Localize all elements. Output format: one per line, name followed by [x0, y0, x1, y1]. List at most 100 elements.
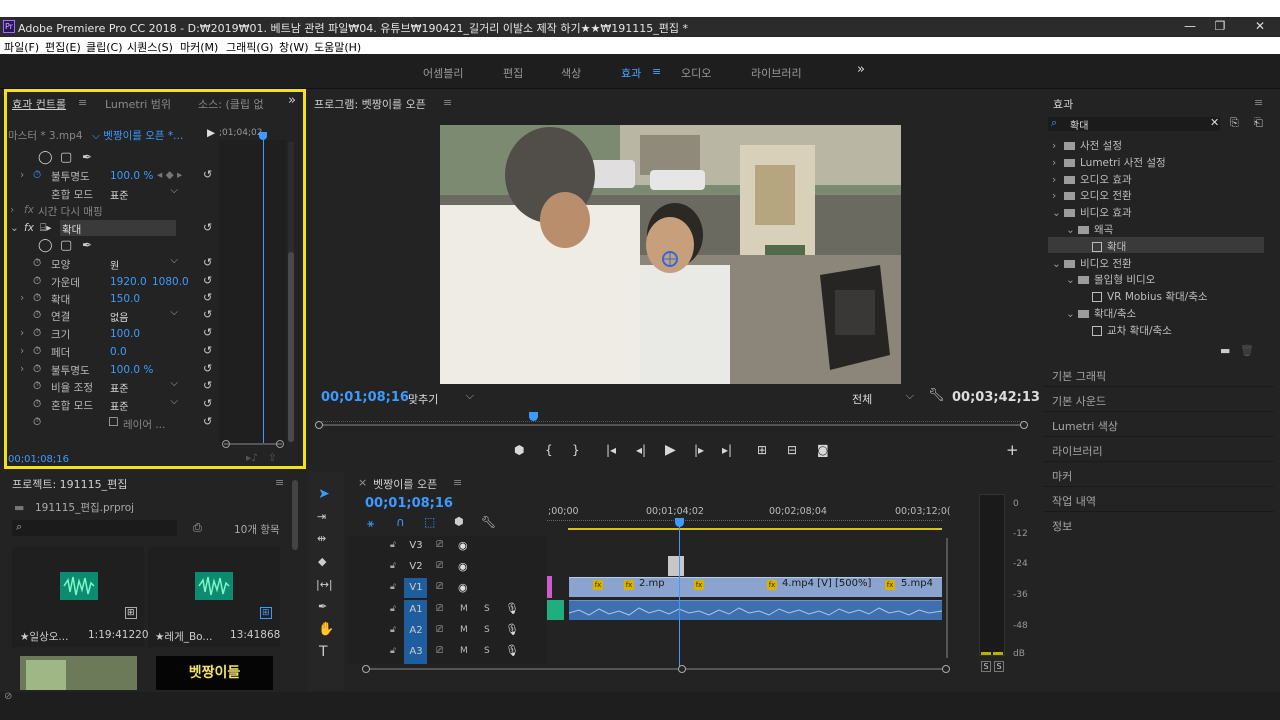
filter-icon[interactable]: ▸♪: [246, 452, 258, 468]
magnify-blend-select[interactable]: 표준: [110, 396, 180, 413]
new-folder-icon[interactable]: ▬: [1220, 344, 1230, 357]
mini-playhead[interactable]: [263, 140, 264, 444]
effects-tree-item[interactable]: ⌄ 왜곡: [1066, 222, 1113, 237]
expand-arrow-icon[interactable]: ›: [10, 204, 14, 220]
ripple-edit-tool-icon[interactable]: ⇹: [317, 532, 326, 545]
timeline-playhead[interactable]: [679, 520, 680, 670]
rectangle-mask-icon[interactable]: ▢: [60, 150, 72, 166]
tab-source[interactable]: 소스: (클립 없: [198, 96, 264, 112]
solo-button[interactable]: S: [484, 625, 490, 635]
sync-lock-icon[interactable]: ⎚: [436, 540, 443, 550]
reset-icon[interactable]: ↺: [203, 397, 212, 410]
size-value[interactable]: 100.0: [110, 328, 140, 344]
minimize-icon[interactable]: —: [1180, 19, 1200, 35]
panel-menu-icon[interactable]: ≡: [1254, 96, 1263, 109]
panel-menu-icon[interactable]: ≡: [443, 96, 452, 109]
button-editor-icon[interactable]: +: [1006, 441, 1019, 459]
project-item-name[interactable]: ★레게_Bo...: [155, 629, 212, 644]
panel-menu-icon[interactable]: ≡: [453, 476, 462, 489]
panel-overflow-icon[interactable]: »: [288, 93, 296, 108]
expand-arrow-icon[interactable]: ›: [20, 327, 24, 343]
mute-button[interactable]: M: [460, 625, 468, 635]
fx-icon[interactable]: fx: [24, 222, 34, 238]
sync-lock-icon[interactable]: ⎚: [436, 604, 443, 614]
pen-mask-icon[interactable]: ✒: [82, 238, 92, 254]
slip-tool-icon[interactable]: |↔|: [316, 578, 333, 591]
workspace-menu-icon[interactable]: ≡: [652, 65, 661, 78]
eye-icon[interactable]: ◉: [458, 539, 468, 552]
extract-icon[interactable]: ⊟: [787, 443, 797, 457]
monitor-zoom-bar[interactable]: [318, 424, 1028, 426]
restore-icon[interactable]: ❐: [1210, 19, 1230, 35]
type-tool-icon[interactable]: T: [319, 644, 328, 660]
magnification-value[interactable]: 150.0: [110, 293, 140, 309]
sync-lock-icon[interactable]: ⎚: [436, 561, 443, 571]
nest-toggle-icon[interactable]: ⚹: [367, 516, 374, 531]
tree-arrow-icon[interactable]: ›: [1052, 140, 1064, 152]
quality-select[interactable]: 전체: [852, 389, 916, 406]
workspace-effects[interactable]: 효과: [621, 65, 641, 81]
stopwatch-icon[interactable]: ⏱: [33, 398, 41, 414]
keyframe-nav-icon[interactable]: ◂ ◆ ▸: [157, 169, 182, 185]
mark-in-icon[interactable]: {: [545, 443, 553, 457]
sync-lock-icon[interactable]: ⎚: [436, 646, 443, 656]
hand-tool-icon[interactable]: ✋: [318, 622, 334, 637]
menu-clip[interactable]: 클립(C): [86, 39, 123, 55]
zoom-handle-center[interactable]: [678, 665, 686, 673]
zoom-handle-right[interactable]: [1020, 421, 1028, 429]
playhead-timecode[interactable]: 00;01;08;16: [321, 390, 409, 405]
tree-arrow-icon[interactable]: ›: [1052, 157, 1064, 169]
track-label[interactable]: V2: [405, 557, 427, 577]
collapsed-panel[interactable]: 라이브러리: [1044, 437, 1274, 462]
mute-button[interactable]: M: [460, 604, 468, 614]
menu-file[interactable]: 파일(F): [4, 39, 39, 55]
solo-left-button[interactable]: S: [981, 661, 991, 672]
eye-icon[interactable]: ◉: [458, 581, 468, 594]
expand-arrow-icon[interactable]: ›: [20, 363, 24, 379]
reset-icon[interactable]: ↺: [203, 326, 212, 339]
tree-arrow-icon[interactable]: ⌄: [1066, 274, 1078, 286]
tree-arrow-icon[interactable]: ⌄: [1066, 224, 1078, 236]
reset-icon[interactable]: ↺: [203, 256, 212, 269]
timeline-playhead-handle[interactable]: [675, 518, 684, 527]
work-area-bar[interactable]: [568, 528, 942, 530]
v1-marker-clip[interactable]: [547, 576, 552, 598]
microphone-icon[interactable]: 🎙︎: [505, 644, 519, 657]
effects-tree-item[interactable]: ⌄ 확대/축소: [1066, 306, 1136, 321]
ellipse-mask-icon[interactable]: ◯: [38, 150, 53, 166]
timeline-settings-icon[interactable]: 🔧︎: [481, 515, 496, 529]
zoom-handle-left[interactable]: [315, 421, 323, 429]
lock-icon[interactable]: 🔓︎: [390, 625, 396, 635]
center-y-value[interactable]: 1080.0: [152, 276, 189, 292]
solo-right-button[interactable]: S: [994, 661, 1004, 672]
reset-icon[interactable]: ↺: [203, 291, 212, 304]
effect-controls-timecode[interactable]: 00;01;08;16: [8, 454, 69, 470]
zoom-scrollbar[interactable]: [224, 443, 282, 445]
project-search-input[interactable]: ⌕: [12, 520, 177, 536]
workspace-color[interactable]: 색상: [561, 65, 581, 81]
reset-icon[interactable]: ↺: [203, 344, 212, 357]
monitor-playhead[interactable]: [529, 412, 538, 421]
reset-icon[interactable]: ↺: [203, 274, 212, 287]
stopwatch-icon[interactable]: ⏱: [33, 309, 41, 325]
stopwatch-icon[interactable]: ⏱: [33, 363, 41, 379]
lock-icon[interactable]: 🔓︎: [390, 582, 396, 592]
lock-icon[interactable]: 🔓︎: [390, 540, 396, 550]
add-marker-icon[interactable]: ⬢: [514, 443, 524, 457]
reset-icon[interactable]: ↺: [203, 379, 212, 392]
video-frame[interactable]: [440, 125, 901, 384]
effects-tree-item[interactable]: ⌄ 비디오 효과: [1052, 205, 1132, 220]
tab-menu-icon[interactable]: ≡: [78, 96, 87, 109]
effects-tree-item[interactable]: 교차 확대/축소: [1080, 323, 1172, 338]
rectangle-mask-icon[interactable]: ▢: [60, 238, 72, 254]
razor-tool-icon[interactable]: ◆: [318, 555, 326, 568]
linked-selection-icon[interactable]: ⬚: [424, 515, 435, 529]
delete-icon[interactable]: 🗑︎: [1240, 344, 1254, 357]
scaling-select[interactable]: 표준: [110, 378, 180, 395]
add-marker-icon[interactable]: ⬢: [454, 515, 464, 528]
stopwatch-icon[interactable]: ⏱: [33, 345, 41, 361]
track-label[interactable]: V3: [405, 536, 427, 556]
ellipse-mask-icon[interactable]: ◯: [38, 238, 53, 254]
play-icon[interactable]: ▶: [665, 442, 676, 458]
scrollbar-thumb[interactable]: [288, 252, 294, 442]
